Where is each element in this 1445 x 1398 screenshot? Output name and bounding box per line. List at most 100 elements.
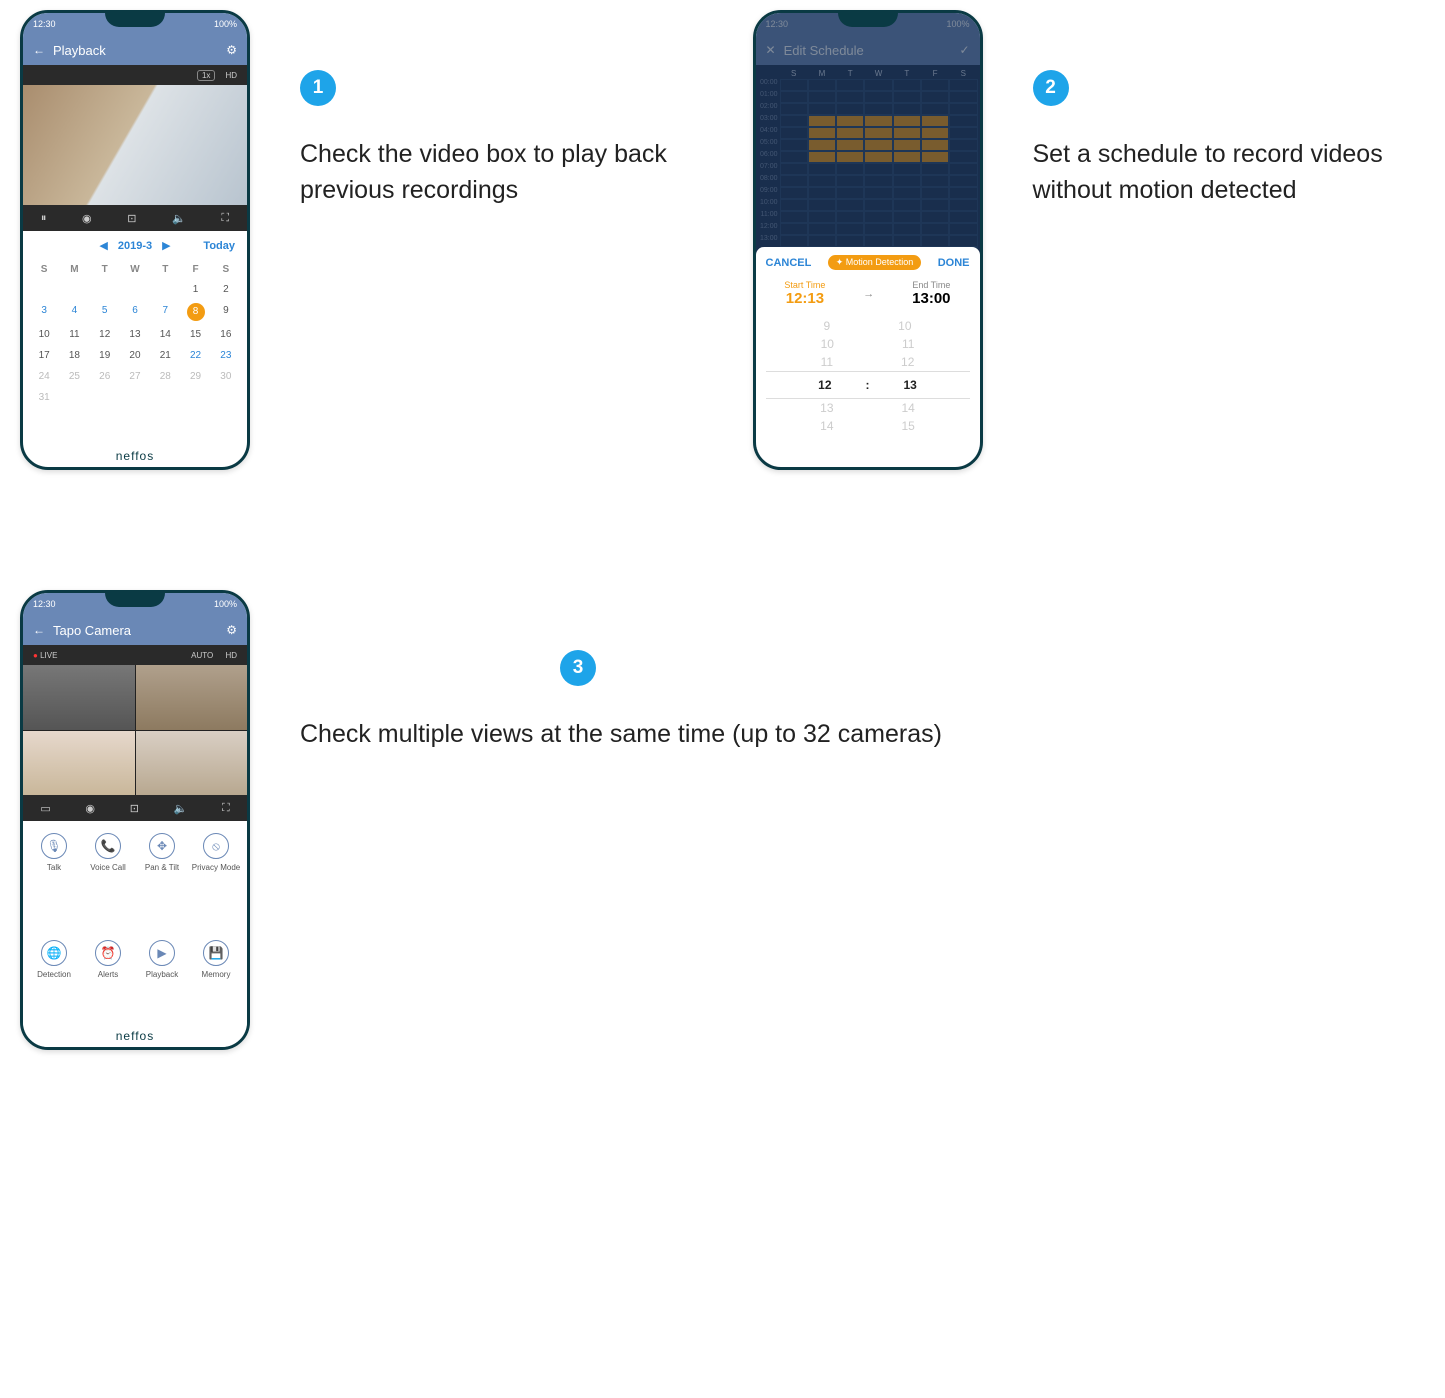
schedule-cell[interactable] xyxy=(949,163,977,175)
calendar-day[interactable]: 9 xyxy=(211,300,241,324)
schedule-cell[interactable] xyxy=(780,199,808,211)
schedule-cell[interactable] xyxy=(893,115,921,127)
schedule-cell[interactable] xyxy=(949,103,977,115)
calendar-day[interactable]: 15 xyxy=(180,324,210,345)
calendar-day[interactable]: 27 xyxy=(120,366,150,387)
calendar-month[interactable]: 2019-3 xyxy=(118,240,152,252)
picker-row[interactable]: 11 12 xyxy=(766,353,970,371)
schedule-cell[interactable] xyxy=(864,235,892,247)
schedule-cell[interactable] xyxy=(808,199,836,211)
schedule-cell[interactable] xyxy=(949,187,977,199)
start-time[interactable]: Start Time 12:13 xyxy=(784,280,825,307)
schedule-cell[interactable] xyxy=(893,175,921,187)
schedule-cell[interactable] xyxy=(836,151,864,163)
schedule-cell[interactable] xyxy=(836,199,864,211)
picker-row[interactable]: 10 11 xyxy=(766,335,970,353)
schedule-cell[interactable] xyxy=(949,199,977,211)
schedule-cell[interactable] xyxy=(893,91,921,103)
calendar-day[interactable]: 2 xyxy=(211,279,241,300)
speaker-icon[interactable]: 🔈 xyxy=(174,802,188,815)
schedule-cell[interactable] xyxy=(864,175,892,187)
auto-label[interactable]: AUTO xyxy=(191,651,213,660)
schedule-cell[interactable] xyxy=(836,127,864,139)
schedule-cell[interactable] xyxy=(949,139,977,151)
feature-playback[interactable]: ▶Playback xyxy=(137,940,187,1035)
schedule-cell[interactable] xyxy=(808,223,836,235)
speed-pill[interactable]: 1x xyxy=(197,70,215,81)
schedule-cell[interactable] xyxy=(836,211,864,223)
schedule-cell[interactable] xyxy=(808,79,836,91)
schedule-cell[interactable] xyxy=(893,127,921,139)
schedule-cell[interactable] xyxy=(808,211,836,223)
schedule-cell[interactable] xyxy=(808,127,836,139)
back-icon[interactable]: ← xyxy=(33,43,45,57)
feature-talk[interactable]: 🎙Talk xyxy=(29,833,79,928)
schedule-cell[interactable] xyxy=(780,163,808,175)
fullscreen-icon[interactable]: ⛶ xyxy=(221,212,229,225)
schedule-cell[interactable] xyxy=(893,103,921,115)
schedule-cell[interactable] xyxy=(921,79,949,91)
picker-row[interactable]: 14 15 xyxy=(766,417,970,435)
calendar-day[interactable]: 7 xyxy=(150,300,180,324)
schedule-cell[interactable] xyxy=(921,115,949,127)
calendar-day[interactable]: 17 xyxy=(29,345,59,366)
grid-icon[interactable]: ▭ xyxy=(40,802,50,815)
schedule-cell[interactable] xyxy=(949,211,977,223)
calendar-day[interactable]: 1 xyxy=(180,279,210,300)
camera-tile[interactable] xyxy=(23,731,135,796)
speaker-icon[interactable]: 🔈 xyxy=(172,212,186,225)
check-icon[interactable]: ✓ xyxy=(959,43,969,57)
schedule-cell[interactable] xyxy=(949,151,977,163)
feature-voice-call[interactable]: 📞Voice Call xyxy=(83,833,133,928)
schedule-cell[interactable] xyxy=(808,103,836,115)
cancel-button[interactable]: CANCEL xyxy=(766,257,812,269)
calendar-day[interactable]: 14 xyxy=(150,324,180,345)
schedule-cell[interactable] xyxy=(836,103,864,115)
calendar-day[interactable]: 13 xyxy=(120,324,150,345)
feature-detection[interactable]: 🌐Detection xyxy=(29,940,79,1035)
schedule-cell[interactable] xyxy=(864,79,892,91)
picker-row[interactable]: 9 10 xyxy=(766,317,970,335)
calendar-day[interactable]: 20 xyxy=(120,345,150,366)
calendar-day[interactable]: 26 xyxy=(90,366,120,387)
schedule-cell[interactable] xyxy=(921,103,949,115)
calendar-day[interactable]: 30 xyxy=(211,366,241,387)
schedule-cell[interactable] xyxy=(864,199,892,211)
schedule-cell[interactable] xyxy=(780,235,808,247)
feature-pan-&-tilt[interactable]: ✥Pan & Tilt xyxy=(137,833,187,928)
schedule-cell[interactable] xyxy=(808,151,836,163)
schedule-cell[interactable] xyxy=(808,175,836,187)
end-time[interactable]: End Time 13:00 xyxy=(912,280,950,307)
schedule-cell[interactable] xyxy=(780,211,808,223)
schedule-cell[interactable] xyxy=(836,79,864,91)
schedule-cell[interactable] xyxy=(808,235,836,247)
camera-grid[interactable] xyxy=(23,665,247,795)
schedule-cell[interactable] xyxy=(921,91,949,103)
schedule-cell[interactable] xyxy=(780,223,808,235)
schedule-cell[interactable] xyxy=(893,223,921,235)
calendar-day[interactable]: 8 xyxy=(187,303,205,321)
schedule-cell[interactable] xyxy=(893,211,921,223)
schedule-cell[interactable] xyxy=(864,151,892,163)
back-icon[interactable]: ← xyxy=(33,623,45,637)
schedule-cell[interactable] xyxy=(893,151,921,163)
schedule-cell[interactable] xyxy=(921,175,949,187)
schedule-cell[interactable] xyxy=(864,223,892,235)
schedule-cell[interactable] xyxy=(836,163,864,175)
calendar-day[interactable]: 5 xyxy=(90,300,120,324)
schedule-cell[interactable] xyxy=(864,103,892,115)
calendar-day[interactable]: 29 xyxy=(180,366,210,387)
feature-memory[interactable]: 💾Memory xyxy=(191,940,241,1035)
schedule-cell[interactable] xyxy=(836,175,864,187)
schedule-cell[interactable] xyxy=(949,91,977,103)
close-icon[interactable]: ✕ xyxy=(766,43,776,57)
schedule-cell[interactable] xyxy=(864,127,892,139)
calendar-day[interactable]: 18 xyxy=(59,345,89,366)
schedule-cell[interactable] xyxy=(921,199,949,211)
schedule-cell[interactable] xyxy=(864,163,892,175)
schedule-cell[interactable] xyxy=(780,151,808,163)
schedule-cell[interactable] xyxy=(836,115,864,127)
feature-privacy-mode[interactable]: ⦸Privacy Mode xyxy=(191,833,241,928)
schedule-cell[interactable] xyxy=(864,139,892,151)
calendar-day[interactable]: 24 xyxy=(29,366,59,387)
